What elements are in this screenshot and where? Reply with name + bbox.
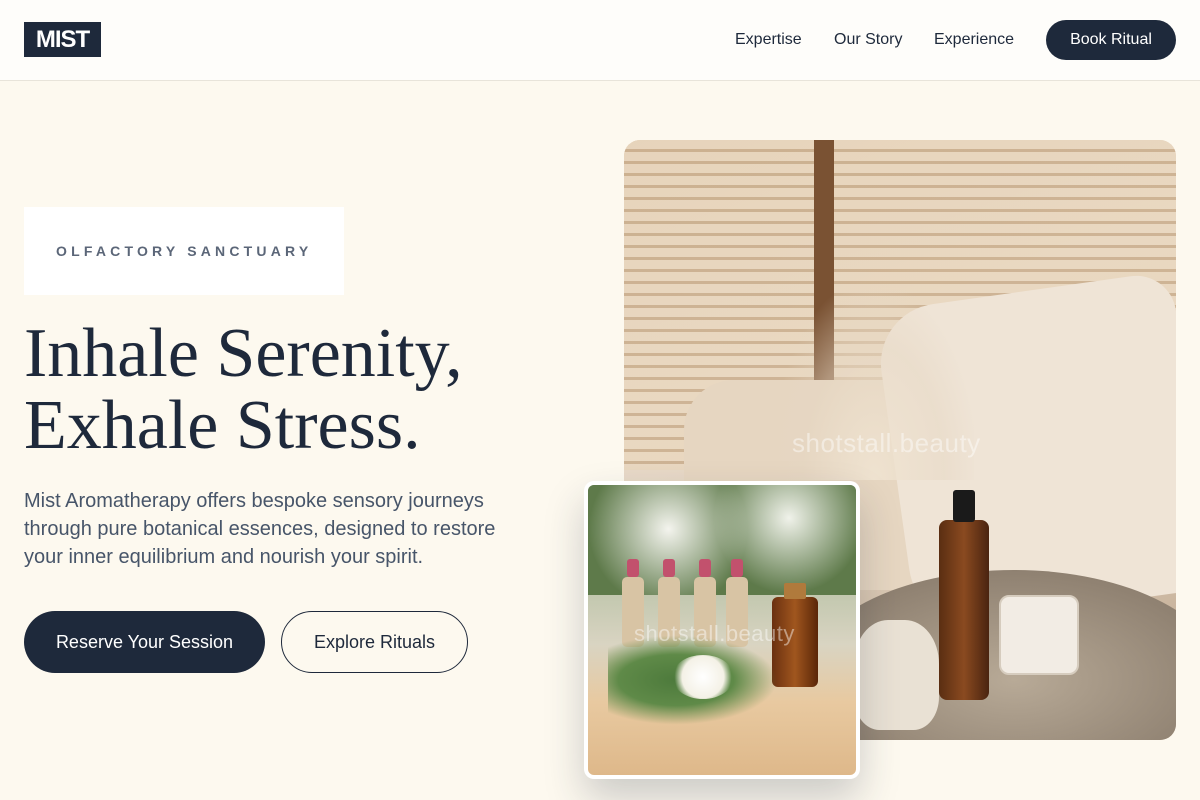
logo[interactable]: MIST bbox=[24, 22, 101, 57]
inset-watermark: shotstall.beauty bbox=[634, 621, 795, 646]
hero-headline: Inhale Serenity, Exhale Stress. bbox=[24, 318, 584, 462]
essential-oils-photo: shotstall.beauty bbox=[584, 481, 860, 779]
book-ritual-button[interactable]: Book Ritual bbox=[1046, 20, 1176, 60]
reserve-session-button[interactable]: Reserve Your Session bbox=[24, 611, 265, 673]
eyebrow-badge: OLFACTORY SANCTUARY bbox=[24, 207, 344, 295]
photo-watermark: shotstall.beauty bbox=[792, 428, 981, 458]
headline-line-1: Inhale Serenity, bbox=[24, 315, 463, 392]
nav-link-expertise[interactable]: Expertise bbox=[735, 30, 802, 50]
candle-holder bbox=[854, 620, 939, 730]
essential-oils-photo-inner: shotstall.beauty bbox=[588, 485, 856, 775]
hero-description: Mist Aromatherapy offers bespoke sensory… bbox=[24, 490, 496, 568]
nav-link-our-story[interactable]: Our Story bbox=[834, 30, 902, 50]
eyebrow-text: OLFACTORY SANCTUARY bbox=[56, 243, 313, 259]
white-flowers bbox=[672, 655, 734, 699]
explore-rituals-button[interactable]: Explore Rituals bbox=[281, 611, 468, 673]
cream-jar bbox=[999, 595, 1079, 675]
nav-link-experience[interactable]: Experience bbox=[934, 30, 1014, 50]
headline-line-2: Exhale Stress. bbox=[24, 387, 421, 464]
pump-bottle bbox=[939, 490, 989, 700]
site-header: MIST Expertise Our Story Experience Book… bbox=[0, 0, 1200, 81]
